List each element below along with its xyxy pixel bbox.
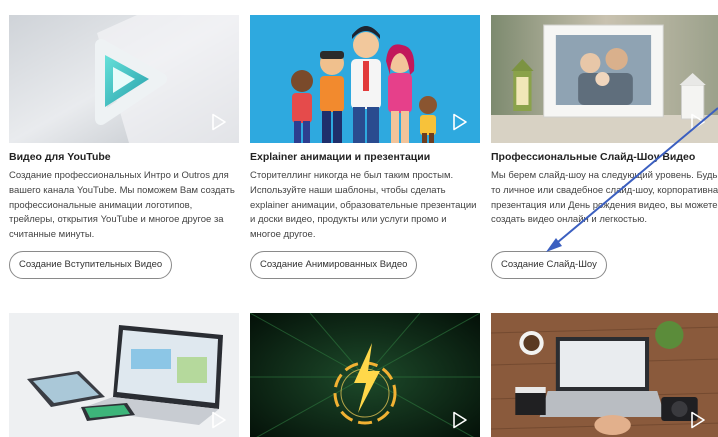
devices-thumbnail-art [9, 313, 239, 437]
card-description: Мы берем слайд-шоу на следующий уровень.… [491, 170, 718, 226]
card-workspace [491, 313, 718, 437]
card-title[interactable]: Explainer анимации и презентации [250, 151, 480, 163]
play-icon[interactable] [452, 411, 468, 429]
thumbnail-youtube[interactable] [9, 15, 239, 143]
card-title[interactable]: Профессиональные Слайд-Шоу Видео [491, 151, 718, 163]
thumbnail-explainer[interactable] [250, 15, 480, 143]
youtube-logo-thumbnail-art [9, 15, 239, 143]
thumbnail-energy-ring[interactable] [250, 313, 480, 437]
cartoon-family-thumbnail-art [250, 15, 480, 143]
card-product-promo [9, 313, 239, 437]
card-description: Создание профессиональных Интро и Outros… [9, 170, 235, 241]
video-templates-page: Видео для YouTube Создание профессиональ… [0, 0, 718, 437]
play-icon[interactable] [452, 113, 468, 131]
desk-workspace-thumbnail-art [491, 313, 718, 437]
play-icon[interactable] [690, 411, 706, 429]
thumbnail-devices[interactable] [9, 313, 239, 437]
create-animated-video-button[interactable]: Создание Анимированных Видео [250, 251, 418, 279]
energy-ring-thumbnail-art [250, 313, 480, 437]
card-explainer-animation: Explainer анимации и презентации Сторите… [250, 15, 480, 279]
play-icon[interactable] [211, 113, 227, 131]
play-icon[interactable] [211, 411, 227, 429]
card-slideshow-video: Профессиональные Слайд-Шоу Видео Мы бере… [491, 15, 718, 279]
photo-frame-thumbnail-art [491, 15, 718, 143]
create-intro-video-button[interactable]: Создание Вступительных Видео [9, 251, 173, 279]
card-description: Сторителлинг никогда не был таким просты… [250, 170, 477, 241]
card-title[interactable]: Видео для YouTube [9, 151, 239, 163]
card-youtube-video: Видео для YouTube Создание профессиональ… [9, 15, 239, 279]
play-icon[interactable] [690, 113, 706, 131]
card-logo-reveal [250, 313, 480, 437]
create-slideshow-button[interactable]: Создание Слайд-Шоу [491, 251, 607, 279]
thumbnail-slideshow[interactable] [491, 15, 718, 143]
thumbnail-desk[interactable] [491, 313, 718, 437]
